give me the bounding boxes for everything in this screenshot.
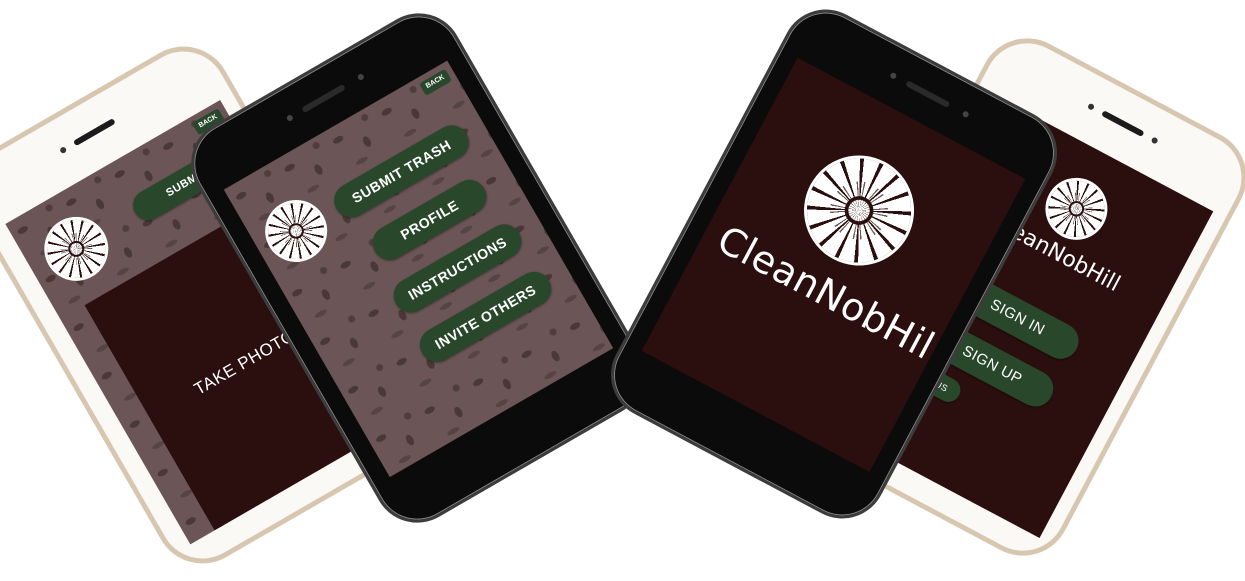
rose-window-icon: [36, 209, 116, 289]
back-button[interactable]: BACK: [419, 68, 453, 96]
earpiece: [905, 80, 951, 109]
front-camera: [1086, 102, 1096, 111]
sensor: [961, 110, 970, 119]
earpiece: [72, 118, 116, 147]
front-camera: [285, 113, 294, 123]
earpiece: [301, 83, 346, 114]
front-camera: [889, 71, 898, 80]
rose-window-icon: [257, 192, 335, 270]
sensor: [356, 72, 365, 82]
front-camera: [59, 146, 68, 155]
earpiece: [1101, 110, 1145, 138]
take-photo-label: TAKE PHOTO: [190, 325, 299, 399]
sensor: [1150, 136, 1159, 145]
